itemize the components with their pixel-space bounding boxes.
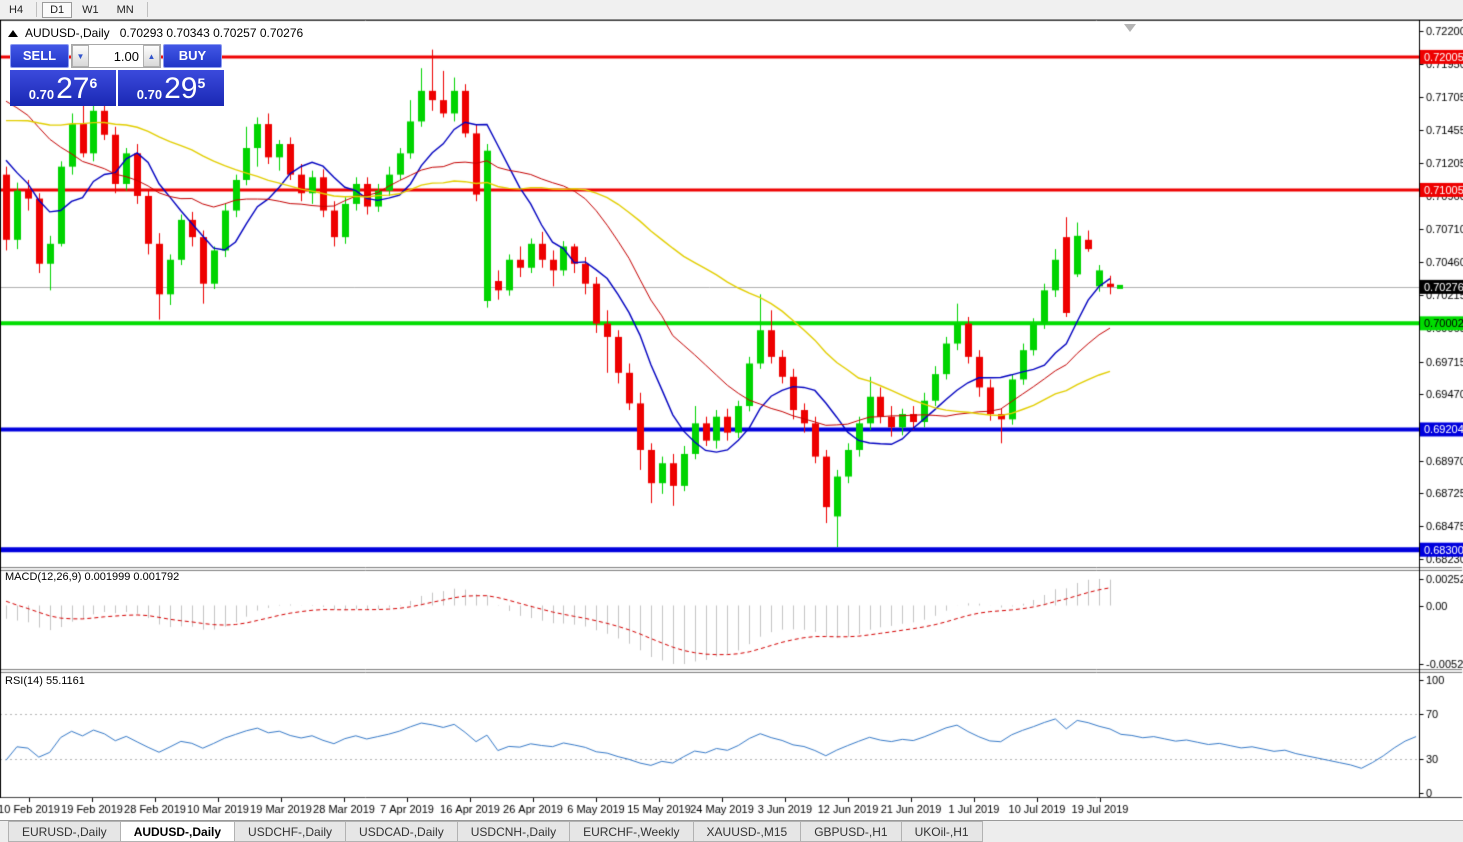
chart-tab-ukoil-h1[interactable]: UKOil-,H1 xyxy=(900,821,983,842)
sell-price-big: 27 xyxy=(56,72,90,105)
chart-tab-audusd-daily[interactable]: AUDUSD-,Daily xyxy=(119,821,236,842)
timeframe-button-w1[interactable]: W1 xyxy=(74,2,107,18)
volume-stepper: ▼ ▲ xyxy=(71,44,161,68)
chart-tab-usdchf-daily[interactable]: USDCHF-,Daily xyxy=(234,821,347,842)
sell-price-display[interactable]: 0.70 27 6 xyxy=(10,70,116,106)
chart-symbol-label: AUDUSD-,Daily xyxy=(25,26,110,40)
chart-tab-eurusd-daily[interactable]: EURUSD-,Daily xyxy=(8,821,121,842)
timeframe-toolbar: H4 D1 W1 MN xyxy=(0,0,1463,20)
chart-ohlc-values: 0.70293 0.70343 0.70257 0.70276 xyxy=(119,26,304,40)
timeframe-button-d1[interactable]: D1 xyxy=(42,1,73,18)
chart-canvas[interactable] xyxy=(0,20,1463,820)
arrow-up-icon: ▲ xyxy=(147,52,156,61)
buy-price-big: 29 xyxy=(164,72,198,105)
chart-tab-usdcad-daily[interactable]: USDCAD-,Daily xyxy=(345,821,458,842)
buy-price-display[interactable]: 0.70 29 5 xyxy=(118,70,224,106)
sell-button[interactable]: SELL xyxy=(10,44,69,68)
one-click-trading-panel: SELL ▼ ▲ BUY 0.70 27 6 0.70 29 5 xyxy=(10,44,226,106)
sell-price-sup: 6 xyxy=(89,75,98,91)
buy-price-prefix: 0.70 xyxy=(136,87,163,102)
toolbar-separator xyxy=(36,2,38,17)
timeframe-button-mn[interactable]: MN xyxy=(109,2,142,18)
indicator-label-rsi: RSI(14) 55.1161 xyxy=(5,675,85,687)
chart-tabs-bar: EURUSD-,Daily AUDUSD-,Daily USDCHF-,Dail… xyxy=(0,820,1463,842)
mt4-window: H4 D1 W1 MN AUDUSD-,Daily 0.70293 0.7034… xyxy=(0,0,1463,842)
volume-input[interactable] xyxy=(89,45,143,67)
chart-tab-gbpusd-h1[interactable]: GBPUSD-,H1 xyxy=(800,821,902,842)
buy-button[interactable]: BUY xyxy=(163,44,222,68)
chart-title: AUDUSD-,Daily 0.70293 0.70343 0.70257 0.… xyxy=(8,26,303,40)
volume-down-button[interactable]: ▼ xyxy=(72,45,89,67)
arrow-down-icon: ▼ xyxy=(76,52,85,61)
timeframe-button-h4[interactable]: H4 xyxy=(1,2,31,18)
scroll-to-end-icon[interactable] xyxy=(1124,24,1136,32)
buy-price-sup: 5 xyxy=(197,75,206,91)
chart-area: AUDUSD-,Daily 0.70293 0.70343 0.70257 0.… xyxy=(0,20,1463,820)
sell-price-prefix: 0.70 xyxy=(28,87,55,102)
indicator-label-macd: MACD(12,26,9) 0.001999 0.001792 xyxy=(5,571,180,583)
collapse-chart-icon[interactable] xyxy=(8,29,18,37)
volume-up-button[interactable]: ▲ xyxy=(143,45,160,67)
chart-tab-eurchf-weekly[interactable]: EURCHF-,Weekly xyxy=(569,821,694,842)
chart-tab-usdcnh-daily[interactable]: USDCNH-,Daily xyxy=(456,821,571,842)
toolbar-separator xyxy=(146,2,148,17)
chart-tab-xauusd-m15[interactable]: XAUUSD-,M15 xyxy=(692,821,802,842)
